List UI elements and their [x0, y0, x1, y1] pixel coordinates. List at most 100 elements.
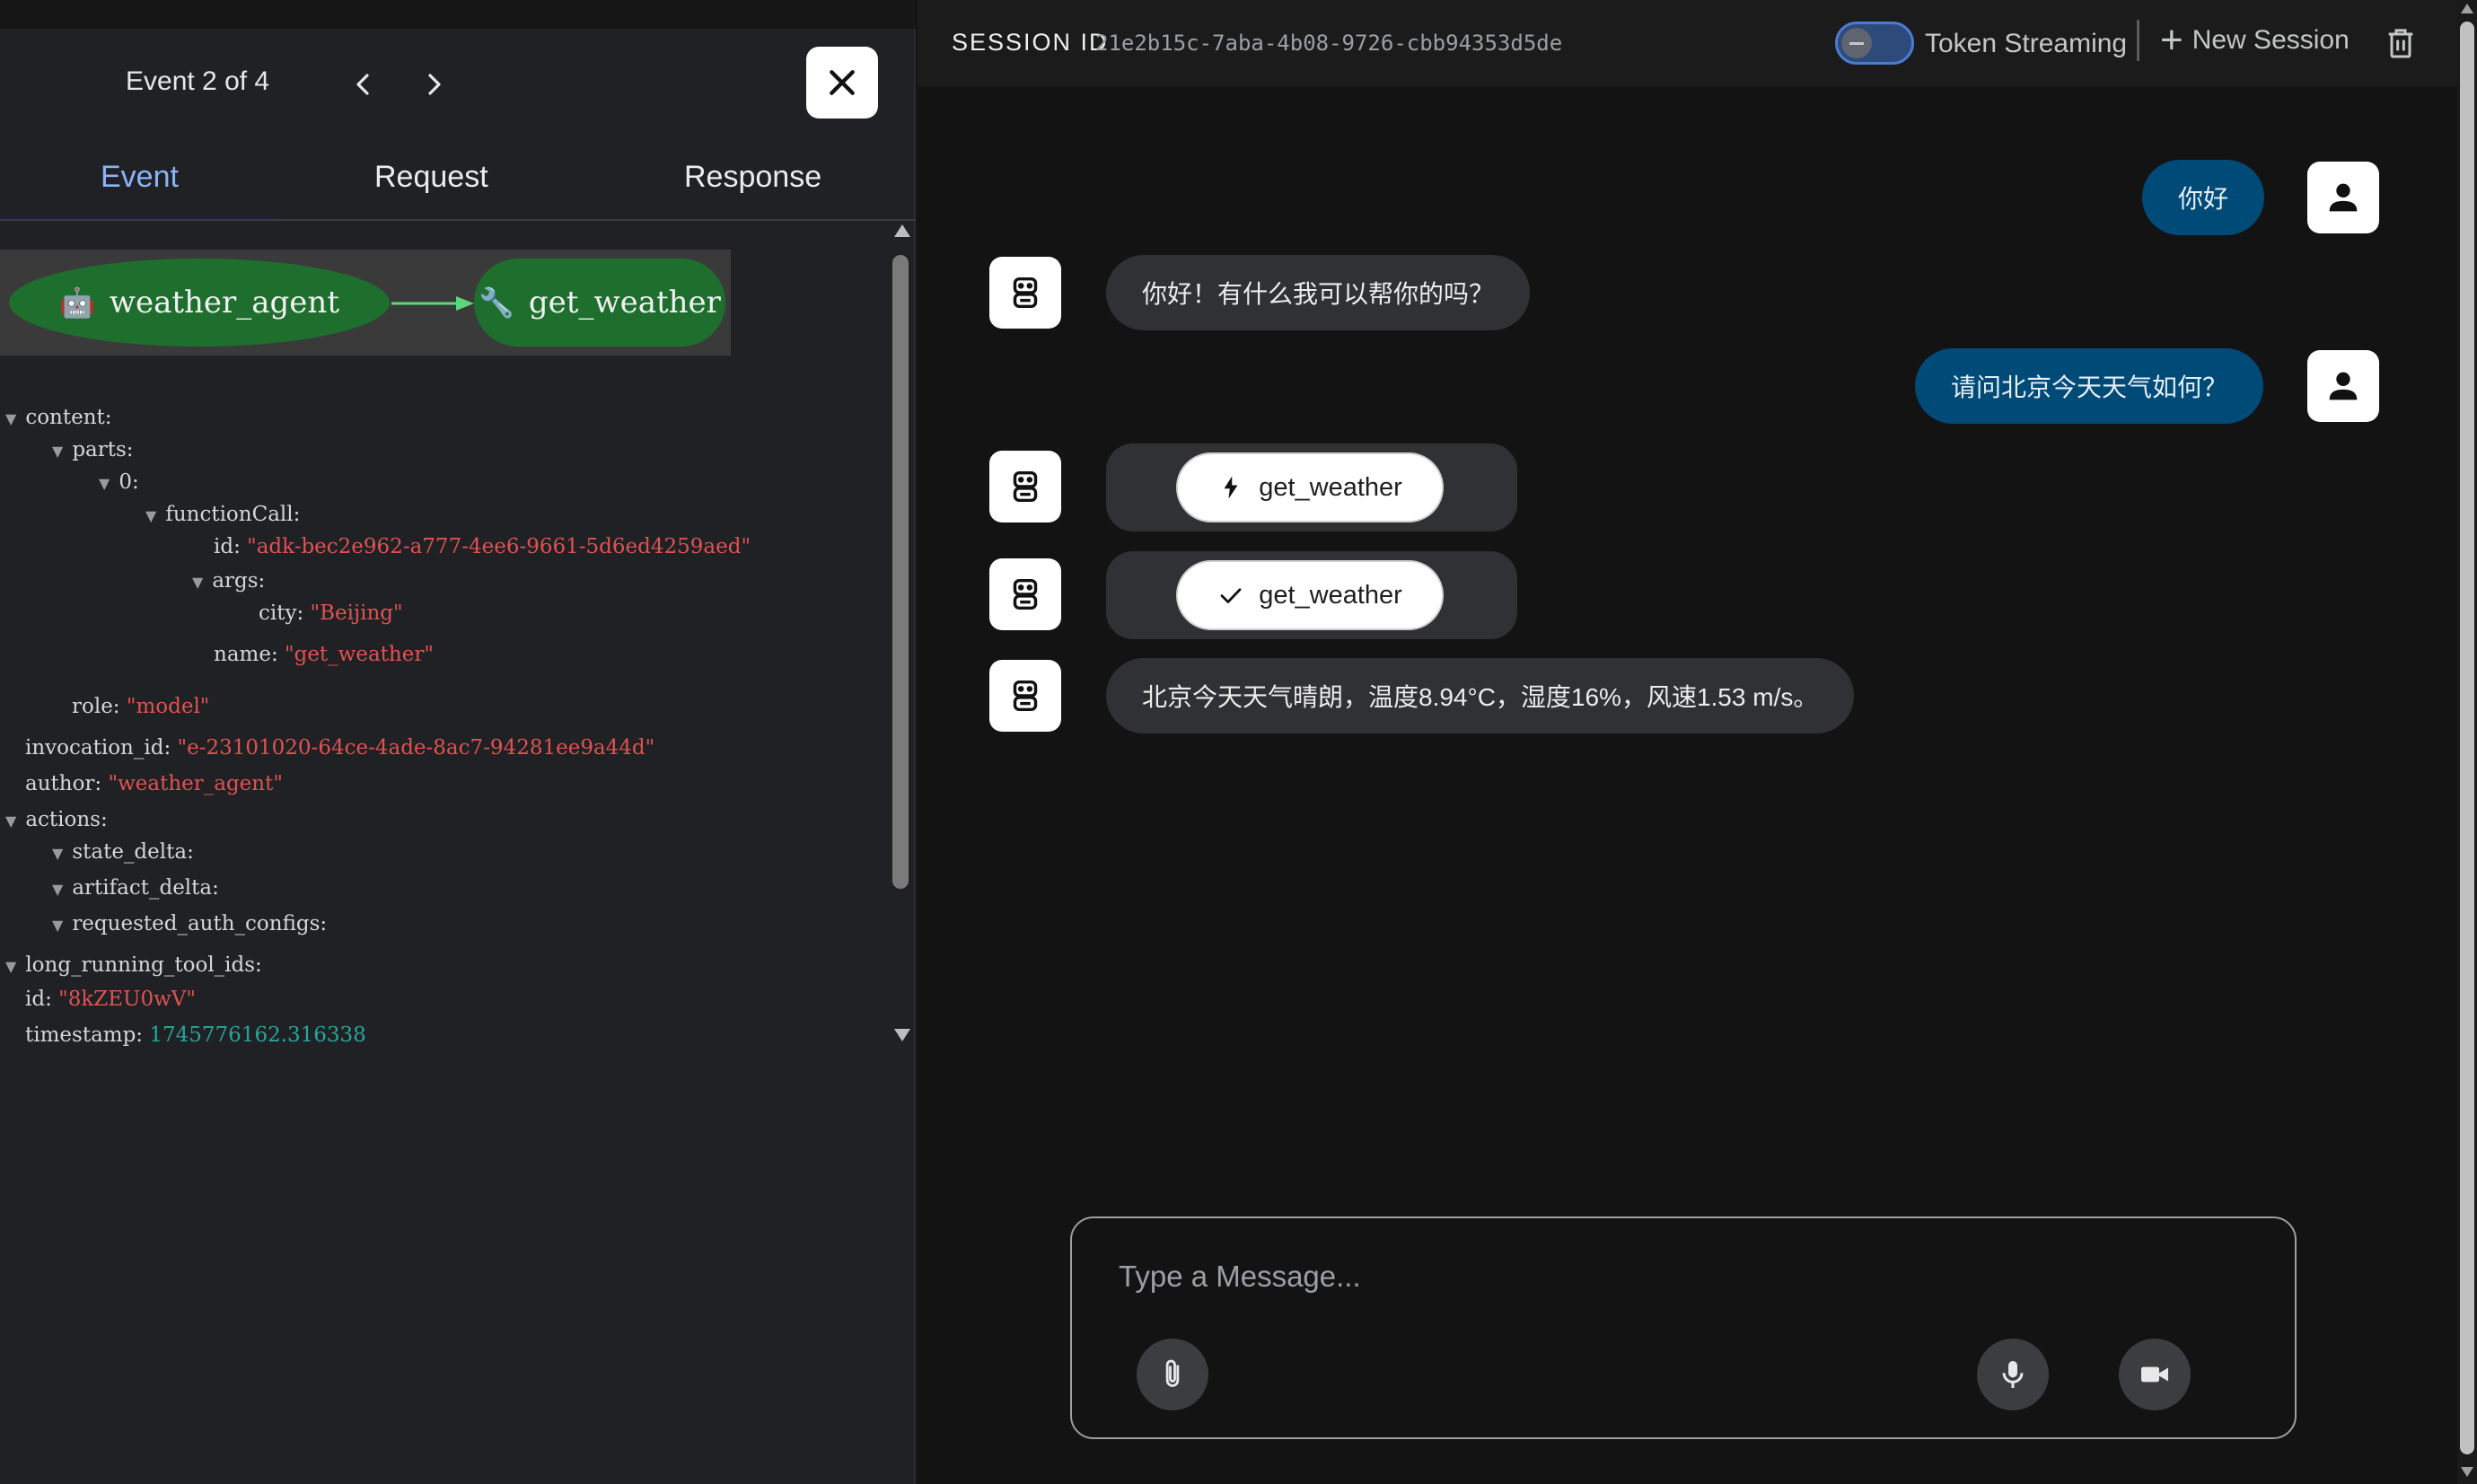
graph-edge-arrow: [391, 296, 474, 311]
json-row-timestamp: timestamp: 1745776162.316338: [25, 1023, 366, 1047]
bot-avatar: [989, 257, 1061, 329]
close-icon: [830, 70, 855, 95]
chat-header: SESSION ID 21e2b15c-7aba-4b08-9726-cbb94…: [918, 0, 2457, 86]
json-row-event-id: id: "8kZEU0wV": [25, 988, 196, 1011]
json-row-state-delta[interactable]: ▼ state_delta:: [52, 840, 194, 864]
json-value-author: "weather_agent": [108, 772, 283, 795]
message-text: 你好: [2178, 185, 2229, 213]
video-button[interactable]: [2119, 1339, 2191, 1410]
function-call-chip[interactable]: get_weather: [1176, 452, 1444, 522]
tool-node-label: get_weather: [528, 285, 721, 321]
collapse-triangle-icon: ▼: [52, 845, 64, 862]
delete-session-button[interactable]: [2383, 23, 2419, 63]
chevron-left-icon: [356, 74, 369, 95]
json-value-role: "model": [126, 695, 210, 718]
collapse-triangle-icon: ▼: [5, 958, 17, 975]
new-session-label: New Session: [2192, 25, 2350, 55]
toggle-knob: [1841, 28, 1872, 58]
chevron-right-icon: [428, 74, 441, 95]
scroll-up-arrow-icon[interactable]: [894, 224, 910, 237]
microphone-button[interactable]: [1977, 1339, 2049, 1410]
tab-event[interactable]: Event: [101, 160, 179, 195]
scroll-down-arrow-icon[interactable]: [894, 1029, 910, 1041]
token-streaming-toggle[interactable]: [1835, 22, 1914, 65]
function-response-row: get_weather: [1106, 551, 1517, 639]
next-event-button[interactable]: [413, 63, 456, 106]
chat-area: SESSION ID 21e2b15c-7aba-4b08-9726-cbb94…: [918, 0, 2457, 1484]
robot-icon: 🤖: [59, 285, 95, 320]
bot-avatar: [989, 660, 1061, 732]
bot-message-bubble: 你好！有什么我可以帮你的吗？: [1106, 255, 1531, 330]
function-call-row: get_weather: [1106, 443, 1517, 531]
json-row-artifact-delta[interactable]: ▼ artifact_delta:: [52, 876, 219, 900]
bot-avatar: [989, 451, 1061, 522]
page-scrollbar-thumb[interactable]: [2460, 22, 2474, 1454]
collapse-triangle-icon: ▼: [99, 475, 110, 492]
robot-icon: [1013, 470, 1038, 503]
event-counter: Event 2 of 4: [126, 66, 270, 96]
paperclip-icon: [1165, 1359, 1180, 1387]
agent-graph: 🤖 weather_agent 🔧 get_weather: [0, 250, 731, 356]
attach-file-button[interactable]: [1137, 1339, 1208, 1410]
collapse-triangle-icon: ▼: [52, 443, 64, 460]
page-scrollbar[interactable]: [2457, 0, 2477, 1484]
header-divider: [2137, 20, 2139, 61]
message-text: 北京今天天气晴朗，温度8.94°C，湿度16%，风速1.53 m/s。: [1142, 683, 1819, 711]
collapse-triangle-icon: ▼: [52, 881, 64, 898]
session-id-value: 21e2b15c-7aba-4b08-9726-cbb94353d5de: [1095, 31, 1563, 56]
bot-message-bubble: 北京今天天气晴朗，温度8.94°C，湿度16%，风速1.53 m/s。: [1106, 658, 1855, 733]
json-row-author: author: "weather_agent": [25, 772, 283, 795]
message-input[interactable]: [1119, 1254, 2106, 1299]
person-icon: [2329, 183, 2358, 212]
tab-request[interactable]: Request: [374, 160, 488, 195]
json-row-function-call[interactable]: ▼ functionCall:: [145, 503, 300, 526]
json-row-args[interactable]: ▼ args:: [192, 569, 265, 593]
person-icon: [2329, 372, 2358, 400]
wrench-icon: 🔧: [479, 285, 514, 320]
scrollbar-thumb[interactable]: [892, 255, 909, 889]
user-message-bubble: 你好: [2142, 160, 2265, 235]
bot-avatar: [989, 558, 1061, 630]
previous-event-button[interactable]: [341, 63, 384, 106]
user-avatar: [2307, 162, 2379, 233]
scroll-down-arrow-icon[interactable]: [2461, 1467, 2473, 1477]
new-session-button[interactable]: + New Session: [2160, 18, 2350, 62]
user-message-bubble: 请问北京今天天气如何？: [1915, 348, 2264, 424]
json-value-city: "Beijing": [310, 602, 403, 625]
panel-top-strip: [0, 0, 916, 29]
json-row-requested-auth-configs[interactable]: ▼ requested_auth_configs:: [52, 912, 327, 935]
trash-icon: [2388, 29, 2413, 58]
event-content-scrollbar[interactable]: [889, 224, 912, 1050]
json-row-city: city: "Beijing": [259, 602, 403, 625]
plus-icon: +: [2160, 18, 2183, 62]
json-row-parts[interactable]: ▼ parts:: [52, 438, 134, 461]
bolt-icon: [1224, 476, 1238, 499]
agent-node-label: weather_agent: [109, 285, 339, 321]
close-panel-button[interactable]: [806, 47, 878, 119]
json-row-long-running-tool-ids[interactable]: ▼ long_running_tool_ids:: [5, 953, 262, 977]
collapse-triangle-icon: ▼: [5, 410, 17, 427]
json-row-role: role: "model": [72, 695, 210, 718]
json-row-actions[interactable]: ▼ actions:: [5, 808, 108, 831]
tab-response[interactable]: Response: [684, 160, 821, 195]
event-inspector-panel: Event 2 of 4 Event Request Response 🤖 we…: [0, 0, 916, 1484]
json-value-timestamp: 1745776162.316338: [149, 1023, 366, 1047]
message-text: 你好！有什么我可以帮你的吗？: [1142, 280, 1495, 308]
active-tab-indicator: [0, 215, 275, 219]
session-id-label: SESSION ID: [952, 29, 1109, 56]
robot-icon: [1013, 578, 1038, 610]
json-value-invocation-id: "e-23101020-64ce-4ade-8ac7-94281ee9a44d": [177, 736, 655, 760]
json-row-index[interactable]: ▼ 0:: [99, 470, 139, 494]
microphone-icon: [2002, 1361, 2024, 1388]
function-response-chip[interactable]: get_weather: [1176, 560, 1444, 630]
graph-node-tool[interactable]: 🔧 get_weather: [474, 259, 725, 347]
user-avatar: [2307, 350, 2379, 422]
function-response-label: get_weather: [1259, 580, 1402, 610]
json-value-name: "get_weather": [285, 643, 434, 666]
scroll-up-arrow-icon[interactable]: [2461, 4, 2473, 13]
graph-node-agent[interactable]: 🤖 weather_agent: [9, 259, 390, 347]
json-value-event-id: "8kZEU0wV": [58, 988, 196, 1011]
json-row-content[interactable]: ▼ content:: [5, 406, 112, 429]
json-row-name: name: "get_weather": [214, 643, 434, 666]
message-composer: [1070, 1216, 2297, 1439]
